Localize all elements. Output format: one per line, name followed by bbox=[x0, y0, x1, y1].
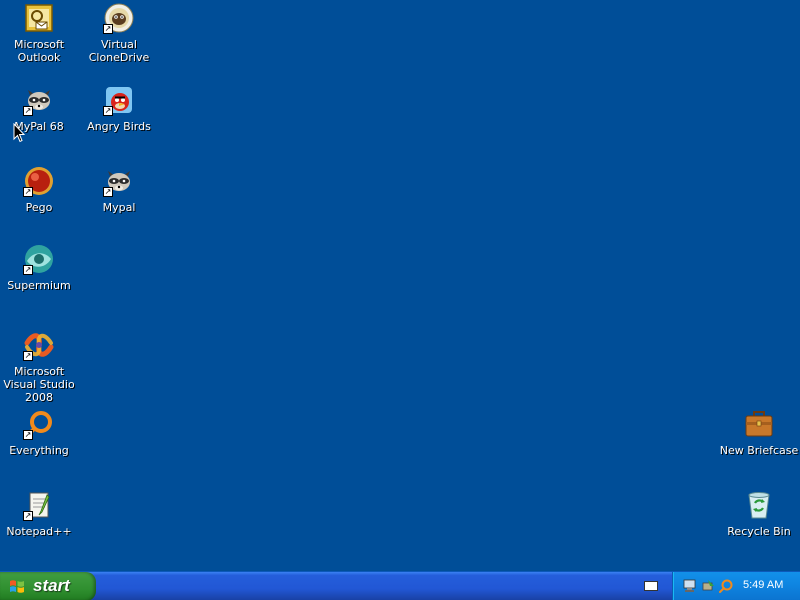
icon-label: Virtual CloneDrive bbox=[88, 38, 150, 64]
icon-label: Supermium bbox=[7, 279, 71, 292]
desktop-icon-everything[interactable]: ↗ Everything bbox=[0, 408, 78, 457]
network-computer-icon[interactable] bbox=[682, 578, 698, 594]
icon-label: Mypal bbox=[102, 201, 136, 214]
icon-label: Pego bbox=[25, 201, 53, 214]
shortcut-arrow-icon: ↗ bbox=[103, 24, 113, 34]
icon-label: MyPal 68 bbox=[14, 120, 64, 133]
everything-search-icon: ↗ bbox=[23, 408, 55, 440]
start-label: start bbox=[33, 576, 70, 595]
desktop-icon-new-briefcase[interactable]: New Briefcase bbox=[719, 408, 799, 457]
taskbar: start 5:49 AM bbox=[0, 571, 800, 600]
desktop-icon-angry-birds[interactable]: ↗ Angry Birds bbox=[80, 84, 158, 133]
icon-label: Everything bbox=[9, 444, 69, 457]
supermium-icon: ↗ bbox=[23, 243, 55, 275]
shortcut-arrow-icon: ↗ bbox=[23, 187, 33, 197]
shortcut-arrow-icon: ↗ bbox=[103, 106, 113, 116]
sheep-icon: ↗ bbox=[103, 2, 135, 34]
outlook-icon bbox=[23, 2, 55, 34]
desktop: Microsoft Outlook ↗ Virtual CloneDrive ↗… bbox=[0, 0, 800, 571]
windows-logo-icon bbox=[9, 579, 25, 594]
notepad-plus-plus-icon: ↗ bbox=[23, 489, 55, 521]
icon-label: Notepad++ bbox=[6, 525, 72, 538]
mouse-cursor-icon bbox=[13, 122, 26, 143]
desktop-icon-notepad-plus-plus[interactable]: ↗ Notepad++ bbox=[0, 489, 78, 538]
raccoon-icon: ↗ bbox=[23, 84, 55, 116]
icon-label: Recycle Bin bbox=[727, 525, 791, 538]
desktop-icon-visual-studio-2008[interactable]: ↗ Microsoft Visual Studio 2008 bbox=[0, 329, 78, 404]
icon-label: New Briefcase bbox=[719, 444, 799, 457]
keyboard-icon[interactable] bbox=[644, 581, 658, 591]
shortcut-arrow-icon: ↗ bbox=[23, 430, 33, 440]
desktop-icon-supermium[interactable]: ↗ Supermium bbox=[0, 243, 78, 292]
system-tray: 5:49 AM bbox=[672, 572, 800, 600]
clock[interactable]: 5:49 AM bbox=[743, 579, 783, 591]
visual-studio-icon: ↗ bbox=[23, 329, 55, 361]
desktop-icon-mypal-68[interactable]: ↗ MyPal 68 bbox=[0, 84, 78, 133]
pego-icon: ↗ bbox=[23, 165, 55, 197]
shortcut-arrow-icon: ↗ bbox=[23, 511, 33, 521]
desktop-icon-mypal[interactable]: ↗ Mypal bbox=[80, 165, 158, 214]
briefcase-icon bbox=[743, 408, 775, 440]
safely-remove-hardware-icon[interactable] bbox=[700, 578, 716, 594]
start-button[interactable]: start bbox=[0, 572, 96, 600]
icon-label: Angry Birds bbox=[87, 120, 151, 133]
desktop-icon-virtual-clonedrive[interactable]: ↗ Virtual CloneDrive bbox=[80, 2, 158, 64]
desktop-icon-outlook[interactable]: Microsoft Outlook bbox=[0, 2, 78, 64]
angry-bird-icon: ↗ bbox=[103, 84, 135, 116]
shortcut-arrow-icon: ↗ bbox=[23, 351, 33, 361]
icon-label: Microsoft Outlook bbox=[13, 38, 65, 64]
recycle-bin-icon bbox=[743, 489, 775, 521]
raccoon-icon: ↗ bbox=[103, 165, 135, 197]
desktop-icon-recycle-bin[interactable]: Recycle Bin bbox=[719, 489, 799, 538]
search-icon[interactable] bbox=[718, 578, 734, 594]
icon-label: Microsoft Visual Studio 2008 bbox=[3, 365, 75, 404]
shortcut-arrow-icon: ↗ bbox=[23, 265, 33, 275]
shortcut-arrow-icon: ↗ bbox=[23, 106, 33, 116]
shortcut-arrow-icon: ↗ bbox=[103, 187, 113, 197]
desktop-icon-pego[interactable]: ↗ Pego bbox=[0, 165, 78, 214]
